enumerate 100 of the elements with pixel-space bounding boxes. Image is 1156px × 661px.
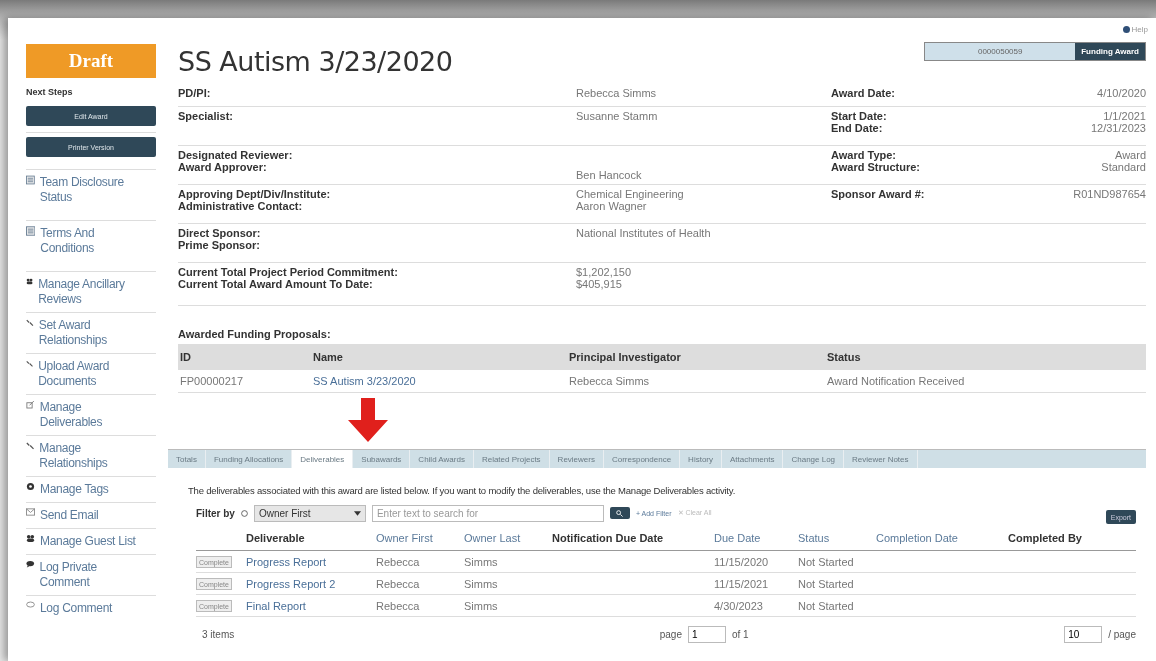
table-cell-text: Simms	[464, 599, 499, 612]
column-header[interactable]: Owner Last	[464, 532, 552, 544]
per-page-field[interactable]: 10	[1064, 625, 1103, 643]
help-link[interactable]: Help	[1122, 22, 1148, 36]
column-header: Status	[827, 350, 862, 363]
edit-icon	[26, 400, 35, 409]
tab[interactable]: Attachments	[722, 450, 784, 468]
column-header[interactable]: Completion Date	[876, 532, 1008, 544]
tab[interactable]: Correspondence	[603, 450, 681, 468]
field-value: 4/10/2020	[1097, 87, 1146, 99]
field-value: Rebecca Simms	[576, 87, 658, 99]
tab[interactable]: Subawards	[353, 450, 411, 468]
column-header: Notification Due Date	[552, 532, 665, 544]
column-header: Completed By	[1008, 532, 1083, 544]
field-label: PD/PI:	[178, 87, 212, 99]
filter-dropdown[interactable]: Owner First	[253, 504, 366, 522]
column-header: ID	[180, 350, 192, 363]
field-label: Designated Reviewer:	[178, 149, 294, 161]
page-field[interactable]: 1	[688, 625, 726, 643]
field-label: Award Type:	[831, 149, 897, 161]
activity-link[interactable]: Manage Relationships	[26, 435, 156, 476]
caret-icon	[353, 510, 361, 516]
tab[interactable]: Change Log	[783, 450, 845, 468]
tab[interactable]: Deliverables	[292, 450, 354, 468]
activity-link[interactable]: Send Email	[26, 502, 156, 528]
activity-link[interactable]: Upload Award Documents	[26, 353, 156, 394]
tab[interactable]: Reviewers	[549, 450, 604, 468]
field-value: Susanne Stamm	[576, 110, 659, 122]
gear-icon	[26, 482, 35, 491]
tab[interactable]: History	[680, 450, 722, 468]
page-title: SS Autism 3/23/2020	[178, 46, 453, 77]
field-value: $1,202,150	[576, 266, 633, 278]
activity-link[interactable]: Manage Guest List	[26, 528, 156, 554]
activity-link[interactable]: Manage Tags	[26, 476, 156, 502]
field-label: Direct Sponsor:	[178, 227, 262, 239]
status-banner: Draft	[26, 44, 156, 78]
table-cell-text: Rebecca	[376, 599, 421, 612]
field-label: Award Approver:	[178, 161, 268, 173]
column-header[interactable]: Owner First	[376, 532, 464, 544]
tab[interactable]: Reviewer Notes	[844, 450, 918, 468]
field-value: Chemical Engineering	[576, 188, 685, 200]
column-header: Deliverable	[246, 532, 306, 544]
field-label: Prime Sponsor:	[178, 239, 261, 251]
column-header: Principal Investigator	[569, 350, 682, 363]
field-value: Award	[1114, 149, 1146, 161]
deliverable-link[interactable]: Final Report	[246, 599, 306, 612]
field-label: Start Date:	[831, 110, 888, 122]
speech-bubble-icon	[26, 560, 35, 568]
table-cell-text: 4/30/2023	[714, 599, 764, 612]
field-value: Standard	[1101, 161, 1146, 173]
table-cell-text: Not Started	[798, 577, 855, 590]
arrow-annotation	[348, 398, 388, 442]
filter-label: Filter by	[196, 507, 235, 519]
table-cell-text: FP00000217	[180, 375, 244, 387]
record-id: 0000050059	[925, 43, 1076, 60]
table-cell-text: Award Notification Received	[827, 375, 966, 387]
activity-link[interactable]: Set Award Relationships	[26, 312, 156, 353]
record-type: Funding Award	[1075, 43, 1145, 60]
item-count: 3 items	[202, 628, 235, 640]
description-text: The deliverables associated with this award are listed below. If you want to modify the deliverables, use the Manage Deliverables activity.	[188, 485, 737, 496]
table-cell-text: Simms	[464, 577, 499, 590]
search-button[interactable]	[609, 507, 630, 519]
form-icon	[26, 226, 36, 236]
activity-link[interactable]: Terms And Conditions	[26, 220, 156, 271]
table-cell-text: Rebecca Simms	[569, 375, 651, 387]
tab[interactable]: Related Projects	[473, 450, 550, 468]
table-cell-text: Rebecca	[376, 555, 421, 568]
tab[interactable]: Totals	[168, 450, 206, 468]
next-steps-heading: Next Steps	[26, 87, 74, 97]
column-header[interactable]: Status	[798, 532, 876, 544]
field-label: Award Structure:	[831, 161, 922, 173]
deliverable-link[interactable]: Progress Report 2	[246, 577, 336, 590]
activity-link[interactable]: Log Private Comment	[26, 554, 156, 595]
table-cell-text: 11/15/2020	[714, 555, 770, 568]
tab[interactable]: Child Awards	[410, 450, 474, 468]
activity-link[interactable]: Manage Deliverables	[26, 394, 156, 435]
table-cell-text: 11/15/2021	[714, 577, 770, 590]
field-label: Sponsor Award #:	[831, 188, 926, 200]
field-value: R01ND987654	[1073, 188, 1146, 200]
field-label: Current Total Award Amount To Date:	[178, 278, 374, 290]
people-icon	[26, 277, 34, 286]
proposal-link[interactable]: SS Autism 3/23/2020	[313, 375, 416, 387]
field-value: National Institutes of Health	[576, 227, 712, 239]
pager-label: page	[659, 628, 682, 640]
activity-link[interactable]: Team Disclosure Status	[26, 169, 156, 220]
column-header[interactable]: Due Date	[714, 532, 798, 544]
field-label: Current Total Project Period Commitment:	[178, 266, 399, 278]
activity-link[interactable]: Manage Ancillary Reviews	[26, 271, 156, 312]
column-header: Name	[313, 350, 344, 363]
table-cell-text: Not Started	[798, 599, 855, 612]
activity-link[interactable]: Log Comment	[26, 595, 156, 621]
table-cell-text: Rebecca	[376, 577, 421, 590]
field-label: End Date:	[831, 122, 884, 134]
deliverable-link[interactable]: Progress Report	[246, 555, 327, 568]
info-icon	[240, 509, 248, 517]
mail-icon	[26, 508, 35, 516]
form-icon	[26, 175, 35, 185]
speech-bubble-icon	[26, 601, 35, 609]
per-page-label: / page	[1108, 628, 1136, 640]
search-field[interactable]: Enter text to search for	[371, 504, 604, 522]
